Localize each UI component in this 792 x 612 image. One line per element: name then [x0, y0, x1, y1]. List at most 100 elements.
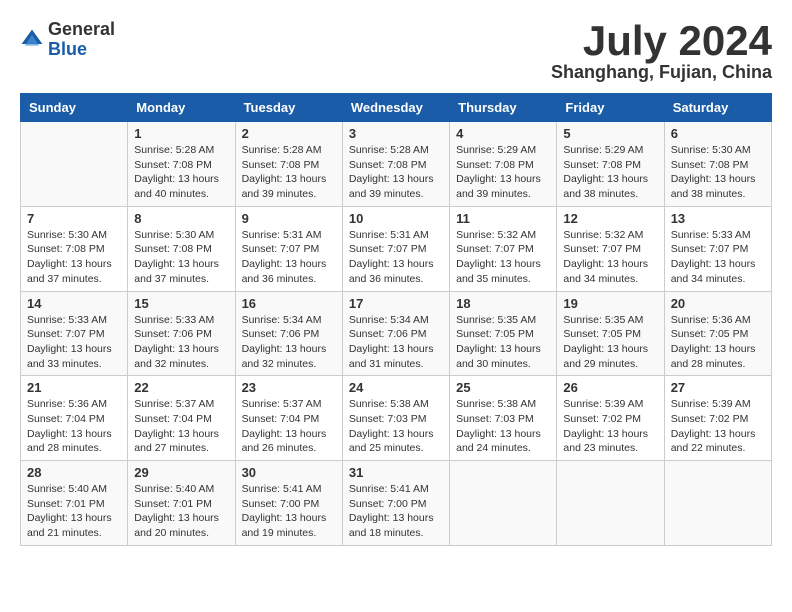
cell-week5-day2: 30 Sunrise: 5:41 AMSunset: 7:00 PMDayligh…	[235, 461, 342, 546]
day-number: 9	[242, 211, 336, 226]
cell-week1-day2: 2 Sunrise: 5:28 AMSunset: 7:08 PMDaylight…	[235, 122, 342, 207]
cell-week2-day5: 12 Sunrise: 5:32 AMSunset: 7:07 PMDayligh…	[557, 206, 664, 291]
day-info: Sunrise: 5:37 AMSunset: 7:04 PMDaylight:…	[134, 397, 228, 456]
day-number: 31	[349, 465, 443, 480]
cell-week5-day1: 29Sunrise: 5:40 AMSunset: 7:01 PMDayligh…	[128, 461, 235, 546]
cell-week3-day6: 20Sunrise: 5:36 AMSunset: 7:05 PMDayligh…	[664, 291, 771, 376]
day-info: Sunrise: 5:33 AMSunset: 7:07 PMDaylight:…	[671, 228, 765, 287]
day-number: 22	[134, 380, 228, 395]
cell-week4-day5: 26 Sunrise: 5:39 AMSunset: 7:02 PMDayligh…	[557, 376, 664, 461]
day-number: 6	[671, 126, 765, 141]
day-info: Sunrise: 5:41 AMSunset: 7:00 PMDaylight:…	[242, 482, 336, 541]
day-info: Sunrise: 5:29 AMSunset: 7:08 PMDaylight:…	[563, 143, 657, 202]
day-number: 18	[456, 296, 550, 311]
cell-week4-day1: 22 Sunrise: 5:37 AMSunset: 7:04 PMDayligh…	[128, 376, 235, 461]
week-row-1: 1 Sunrise: 5:28 AMSunset: 7:08 PMDaylight…	[21, 122, 772, 207]
header-row: Sunday Monday Tuesday Wednesday Thursday…	[21, 94, 772, 122]
day-number: 24	[349, 380, 443, 395]
title-section: July 2024 Shanghang, Fujian, China	[551, 20, 772, 83]
cell-week2-day0: 7 Sunrise: 5:30 AMSunset: 7:08 PMDaylight…	[21, 206, 128, 291]
logo-text: General Blue	[48, 20, 115, 60]
day-number: 25	[456, 380, 550, 395]
cell-week3-day5: 19Sunrise: 5:35 AMSunset: 7:05 PMDayligh…	[557, 291, 664, 376]
cell-week1-day3: 3Sunrise: 5:28 AMSunset: 7:08 PMDaylight…	[342, 122, 449, 207]
day-number: 30	[242, 465, 336, 480]
calendar-table: Sunday Monday Tuesday Wednesday Thursday…	[20, 93, 772, 546]
cell-week4-day2: 23Sunrise: 5:37 AMSunset: 7:04 PMDayligh…	[235, 376, 342, 461]
day-number: 16	[242, 296, 336, 311]
cell-week5-day0: 28 Sunrise: 5:40 AMSunset: 7:01 PMDayligh…	[21, 461, 128, 546]
day-info: Sunrise: 5:32 AMSunset: 7:07 PMDaylight:…	[563, 228, 657, 287]
col-thursday: Thursday	[450, 94, 557, 122]
day-number: 4	[456, 126, 550, 141]
day-info: Sunrise: 5:31 AMSunset: 7:07 PMDaylight:…	[349, 228, 443, 287]
logo-blue-text: Blue	[48, 40, 115, 60]
cell-week4-day3: 24 Sunrise: 5:38 AMSunset: 7:03 PMDayligh…	[342, 376, 449, 461]
cell-week2-day2: 9 Sunrise: 5:31 AMSunset: 7:07 PMDaylight…	[235, 206, 342, 291]
day-info: Sunrise: 5:39 AMSunset: 7:02 PMDaylight:…	[563, 397, 657, 456]
location-subtitle: Shanghang, Fujian, China	[551, 62, 772, 83]
day-info: Sunrise: 5:34 AMSunset: 7:06 PMDaylight:…	[349, 313, 443, 372]
day-number: 21	[27, 380, 121, 395]
cell-week1-day5: 5 Sunrise: 5:29 AMSunset: 7:08 PMDaylight…	[557, 122, 664, 207]
day-info: Sunrise: 5:31 AMSunset: 7:07 PMDaylight:…	[242, 228, 336, 287]
cell-week4-day0: 21 Sunrise: 5:36 AMSunset: 7:04 PMDayligh…	[21, 376, 128, 461]
col-monday: Monday	[128, 94, 235, 122]
day-info: Sunrise: 5:33 AMSunset: 7:06 PMDaylight:…	[134, 313, 228, 372]
day-info: Sunrise: 5:32 AMSunset: 7:07 PMDaylight:…	[456, 228, 550, 287]
week-row-3: 14Sunrise: 5:33 AMSunset: 7:07 PMDayligh…	[21, 291, 772, 376]
calendar-body: 1 Sunrise: 5:28 AMSunset: 7:08 PMDaylight…	[21, 122, 772, 546]
cell-week3-day2: 16 Sunrise: 5:34 AMSunset: 7:06 PMDayligh…	[235, 291, 342, 376]
day-number: 11	[456, 211, 550, 226]
cell-week1-day6: 6 Sunrise: 5:30 AMSunset: 7:08 PMDaylight…	[664, 122, 771, 207]
day-info: Sunrise: 5:38 AMSunset: 7:03 PMDaylight:…	[349, 397, 443, 456]
cell-week1-day4: 4Sunrise: 5:29 AMSunset: 7:08 PMDaylight…	[450, 122, 557, 207]
day-number: 7	[27, 211, 121, 226]
cell-week5-day6	[664, 461, 771, 546]
cell-week4-day4: 25 Sunrise: 5:38 AMSunset: 7:03 PMDayligh…	[450, 376, 557, 461]
day-number: 5	[563, 126, 657, 141]
month-year-title: July 2024	[551, 20, 772, 62]
logo-icon	[20, 28, 44, 52]
col-tuesday: Tuesday	[235, 94, 342, 122]
day-info: Sunrise: 5:28 AMSunset: 7:08 PMDaylight:…	[134, 143, 228, 202]
logo-general-text: General	[48, 20, 115, 40]
day-info: Sunrise: 5:40 AMSunset: 7:01 PMDaylight:…	[27, 482, 121, 541]
day-number: 29	[134, 465, 228, 480]
day-info: Sunrise: 5:41 AMSunset: 7:00 PMDaylight:…	[349, 482, 443, 541]
day-info: Sunrise: 5:28 AMSunset: 7:08 PMDaylight:…	[242, 143, 336, 202]
day-info: Sunrise: 5:36 AMSunset: 7:04 PMDaylight:…	[27, 397, 121, 456]
cell-week2-day6: 13 Sunrise: 5:33 AMSunset: 7:07 PMDayligh…	[664, 206, 771, 291]
day-number: 1	[134, 126, 228, 141]
day-info: Sunrise: 5:39 AMSunset: 7:02 PMDaylight:…	[671, 397, 765, 456]
day-info: Sunrise: 5:30 AMSunset: 7:08 PMDaylight:…	[671, 143, 765, 202]
page-header: General Blue July 2024 Shanghang, Fujian…	[20, 20, 772, 83]
day-info: Sunrise: 5:30 AMSunset: 7:08 PMDaylight:…	[134, 228, 228, 287]
day-number: 19	[563, 296, 657, 311]
cell-week1-day0	[21, 122, 128, 207]
day-number: 15	[134, 296, 228, 311]
day-number: 20	[671, 296, 765, 311]
logo: General Blue	[20, 20, 115, 60]
day-number: 27	[671, 380, 765, 395]
week-row-5: 28 Sunrise: 5:40 AMSunset: 7:01 PMDayligh…	[21, 461, 772, 546]
day-info: Sunrise: 5:38 AMSunset: 7:03 PMDaylight:…	[456, 397, 550, 456]
day-info: Sunrise: 5:34 AMSunset: 7:06 PMDaylight:…	[242, 313, 336, 372]
week-row-2: 7 Sunrise: 5:30 AMSunset: 7:08 PMDaylight…	[21, 206, 772, 291]
day-number: 13	[671, 211, 765, 226]
day-number: 12	[563, 211, 657, 226]
day-info: Sunrise: 5:37 AMSunset: 7:04 PMDaylight:…	[242, 397, 336, 456]
col-saturday: Saturday	[664, 94, 771, 122]
day-number: 26	[563, 380, 657, 395]
day-number: 17	[349, 296, 443, 311]
cell-week5-day5	[557, 461, 664, 546]
day-info: Sunrise: 5:30 AMSunset: 7:08 PMDaylight:…	[27, 228, 121, 287]
col-sunday: Sunday	[21, 94, 128, 122]
cell-week3-day0: 14Sunrise: 5:33 AMSunset: 7:07 PMDayligh…	[21, 291, 128, 376]
day-info: Sunrise: 5:28 AMSunset: 7:08 PMDaylight:…	[349, 143, 443, 202]
cell-week3-day3: 17 Sunrise: 5:34 AMSunset: 7:06 PMDayligh…	[342, 291, 449, 376]
cell-week2-day4: 11 Sunrise: 5:32 AMSunset: 7:07 PMDayligh…	[450, 206, 557, 291]
day-info: Sunrise: 5:33 AMSunset: 7:07 PMDaylight:…	[27, 313, 121, 372]
day-number: 28	[27, 465, 121, 480]
day-number: 2	[242, 126, 336, 141]
